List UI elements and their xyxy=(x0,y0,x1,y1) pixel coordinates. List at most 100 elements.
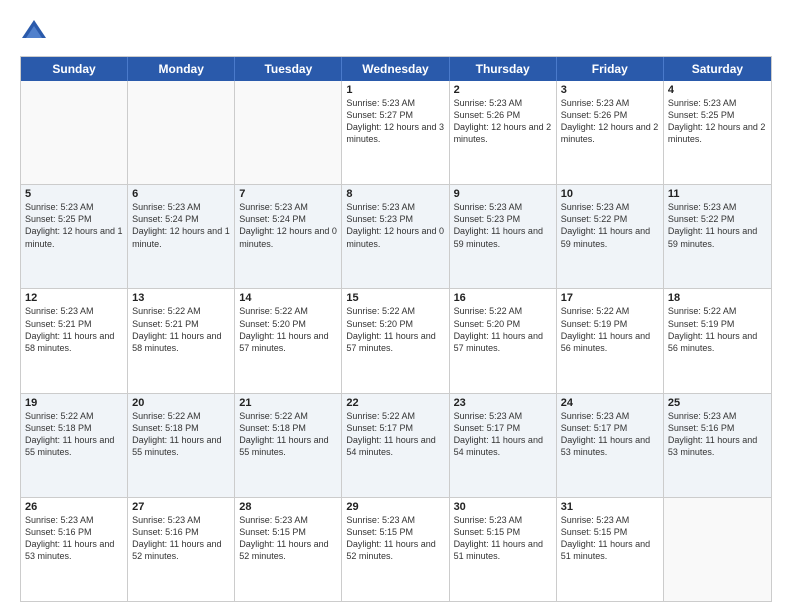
day-info: Sunrise: 5:23 AM Sunset: 5:24 PM Dayligh… xyxy=(132,201,230,250)
calendar-body: 1Sunrise: 5:23 AM Sunset: 5:27 PM Daylig… xyxy=(21,81,771,601)
day-info: Sunrise: 5:23 AM Sunset: 5:17 PM Dayligh… xyxy=(561,410,659,459)
calendar-cell: 2Sunrise: 5:23 AM Sunset: 5:26 PM Daylig… xyxy=(450,81,557,184)
day-info: Sunrise: 5:23 AM Sunset: 5:16 PM Dayligh… xyxy=(668,410,767,459)
day-number: 27 xyxy=(132,501,230,513)
day-info: Sunrise: 5:23 AM Sunset: 5:26 PM Dayligh… xyxy=(454,97,552,146)
day-number: 20 xyxy=(132,397,230,409)
calendar-cell: 20Sunrise: 5:22 AM Sunset: 5:18 PM Dayli… xyxy=(128,394,235,497)
day-number: 13 xyxy=(132,292,230,304)
day-number: 23 xyxy=(454,397,552,409)
calendar-cell xyxy=(664,498,771,601)
day-number: 15 xyxy=(346,292,444,304)
day-number: 5 xyxy=(25,188,123,200)
calendar-cell: 12Sunrise: 5:23 AM Sunset: 5:21 PM Dayli… xyxy=(21,289,128,392)
day-number: 16 xyxy=(454,292,552,304)
day-number: 14 xyxy=(239,292,337,304)
day-info: Sunrise: 5:23 AM Sunset: 5:15 PM Dayligh… xyxy=(239,514,337,563)
day-info: Sunrise: 5:23 AM Sunset: 5:23 PM Dayligh… xyxy=(454,201,552,250)
day-number: 1 xyxy=(346,84,444,96)
day-number: 2 xyxy=(454,84,552,96)
day-info: Sunrise: 5:22 AM Sunset: 5:18 PM Dayligh… xyxy=(132,410,230,459)
weekday-header: Thursday xyxy=(450,57,557,81)
day-number: 29 xyxy=(346,501,444,513)
calendar-cell: 18Sunrise: 5:22 AM Sunset: 5:19 PM Dayli… xyxy=(664,289,771,392)
calendar-cell: 8Sunrise: 5:23 AM Sunset: 5:23 PM Daylig… xyxy=(342,185,449,288)
calendar-cell: 15Sunrise: 5:22 AM Sunset: 5:20 PM Dayli… xyxy=(342,289,449,392)
day-number: 24 xyxy=(561,397,659,409)
day-number: 30 xyxy=(454,501,552,513)
day-info: Sunrise: 5:23 AM Sunset: 5:16 PM Dayligh… xyxy=(132,514,230,563)
day-info: Sunrise: 5:23 AM Sunset: 5:25 PM Dayligh… xyxy=(25,201,123,250)
weekday-header: Saturday xyxy=(664,57,771,81)
day-info: Sunrise: 5:22 AM Sunset: 5:20 PM Dayligh… xyxy=(239,305,337,354)
header xyxy=(20,18,772,46)
calendar-cell: 1Sunrise: 5:23 AM Sunset: 5:27 PM Daylig… xyxy=(342,81,449,184)
calendar-cell: 21Sunrise: 5:22 AM Sunset: 5:18 PM Dayli… xyxy=(235,394,342,497)
day-number: 11 xyxy=(668,188,767,200)
weekday-header: Friday xyxy=(557,57,664,81)
day-info: Sunrise: 5:22 AM Sunset: 5:18 PM Dayligh… xyxy=(25,410,123,459)
calendar-cell xyxy=(21,81,128,184)
day-number: 8 xyxy=(346,188,444,200)
day-number: 22 xyxy=(346,397,444,409)
day-number: 31 xyxy=(561,501,659,513)
calendar-cell: 23Sunrise: 5:23 AM Sunset: 5:17 PM Dayli… xyxy=(450,394,557,497)
day-info: Sunrise: 5:22 AM Sunset: 5:20 PM Dayligh… xyxy=(346,305,444,354)
day-info: Sunrise: 5:23 AM Sunset: 5:25 PM Dayligh… xyxy=(668,97,767,146)
calendar-week: 19Sunrise: 5:22 AM Sunset: 5:18 PM Dayli… xyxy=(21,394,771,498)
day-number: 26 xyxy=(25,501,123,513)
weekday-header: Sunday xyxy=(21,57,128,81)
calendar-week: 12Sunrise: 5:23 AM Sunset: 5:21 PM Dayli… xyxy=(21,289,771,393)
calendar-cell: 25Sunrise: 5:23 AM Sunset: 5:16 PM Dayli… xyxy=(664,394,771,497)
calendar-cell: 3Sunrise: 5:23 AM Sunset: 5:26 PM Daylig… xyxy=(557,81,664,184)
day-info: Sunrise: 5:22 AM Sunset: 5:18 PM Dayligh… xyxy=(239,410,337,459)
calendar-cell: 9Sunrise: 5:23 AM Sunset: 5:23 PM Daylig… xyxy=(450,185,557,288)
calendar-cell: 31Sunrise: 5:23 AM Sunset: 5:15 PM Dayli… xyxy=(557,498,664,601)
calendar-week: 26Sunrise: 5:23 AM Sunset: 5:16 PM Dayli… xyxy=(21,498,771,601)
day-info: Sunrise: 5:23 AM Sunset: 5:22 PM Dayligh… xyxy=(668,201,767,250)
weekday-header: Tuesday xyxy=(235,57,342,81)
day-info: Sunrise: 5:23 AM Sunset: 5:22 PM Dayligh… xyxy=(561,201,659,250)
day-info: Sunrise: 5:22 AM Sunset: 5:17 PM Dayligh… xyxy=(346,410,444,459)
calendar-cell: 10Sunrise: 5:23 AM Sunset: 5:22 PM Dayli… xyxy=(557,185,664,288)
calendar-week: 1Sunrise: 5:23 AM Sunset: 5:27 PM Daylig… xyxy=(21,81,771,185)
day-number: 9 xyxy=(454,188,552,200)
day-info: Sunrise: 5:23 AM Sunset: 5:23 PM Dayligh… xyxy=(346,201,444,250)
calendar-cell: 14Sunrise: 5:22 AM Sunset: 5:20 PM Dayli… xyxy=(235,289,342,392)
weekday-header: Monday xyxy=(128,57,235,81)
calendar-cell: 27Sunrise: 5:23 AM Sunset: 5:16 PM Dayli… xyxy=(128,498,235,601)
calendar-cell: 4Sunrise: 5:23 AM Sunset: 5:25 PM Daylig… xyxy=(664,81,771,184)
calendar-cell: 22Sunrise: 5:22 AM Sunset: 5:17 PM Dayli… xyxy=(342,394,449,497)
calendar-week: 5Sunrise: 5:23 AM Sunset: 5:25 PM Daylig… xyxy=(21,185,771,289)
day-info: Sunrise: 5:23 AM Sunset: 5:21 PM Dayligh… xyxy=(25,305,123,354)
day-number: 4 xyxy=(668,84,767,96)
calendar-cell: 7Sunrise: 5:23 AM Sunset: 5:24 PM Daylig… xyxy=(235,185,342,288)
day-info: Sunrise: 5:22 AM Sunset: 5:19 PM Dayligh… xyxy=(561,305,659,354)
calendar-cell: 6Sunrise: 5:23 AM Sunset: 5:24 PM Daylig… xyxy=(128,185,235,288)
calendar-cell: 11Sunrise: 5:23 AM Sunset: 5:22 PM Dayli… xyxy=(664,185,771,288)
logo xyxy=(20,18,52,46)
day-number: 10 xyxy=(561,188,659,200)
calendar-cell: 19Sunrise: 5:22 AM Sunset: 5:18 PM Dayli… xyxy=(21,394,128,497)
calendar-cell xyxy=(128,81,235,184)
day-number: 3 xyxy=(561,84,659,96)
calendar-cell xyxy=(235,81,342,184)
calendar-header: SundayMondayTuesdayWednesdayThursdayFrid… xyxy=(21,57,771,81)
calendar: SundayMondayTuesdayWednesdayThursdayFrid… xyxy=(20,56,772,602)
day-info: Sunrise: 5:23 AM Sunset: 5:24 PM Dayligh… xyxy=(239,201,337,250)
day-info: Sunrise: 5:23 AM Sunset: 5:15 PM Dayligh… xyxy=(454,514,552,563)
logo-icon xyxy=(20,18,48,46)
day-info: Sunrise: 5:23 AM Sunset: 5:16 PM Dayligh… xyxy=(25,514,123,563)
calendar-cell: 17Sunrise: 5:22 AM Sunset: 5:19 PM Dayli… xyxy=(557,289,664,392)
day-number: 19 xyxy=(25,397,123,409)
day-info: Sunrise: 5:23 AM Sunset: 5:17 PM Dayligh… xyxy=(454,410,552,459)
day-number: 12 xyxy=(25,292,123,304)
calendar-cell: 13Sunrise: 5:22 AM Sunset: 5:21 PM Dayli… xyxy=(128,289,235,392)
calendar-cell: 24Sunrise: 5:23 AM Sunset: 5:17 PM Dayli… xyxy=(557,394,664,497)
day-info: Sunrise: 5:23 AM Sunset: 5:27 PM Dayligh… xyxy=(346,97,444,146)
day-info: Sunrise: 5:22 AM Sunset: 5:21 PM Dayligh… xyxy=(132,305,230,354)
weekday-header: Wednesday xyxy=(342,57,449,81)
page: SundayMondayTuesdayWednesdayThursdayFrid… xyxy=(0,0,792,612)
day-info: Sunrise: 5:22 AM Sunset: 5:19 PM Dayligh… xyxy=(668,305,767,354)
calendar-cell: 30Sunrise: 5:23 AM Sunset: 5:15 PM Dayli… xyxy=(450,498,557,601)
